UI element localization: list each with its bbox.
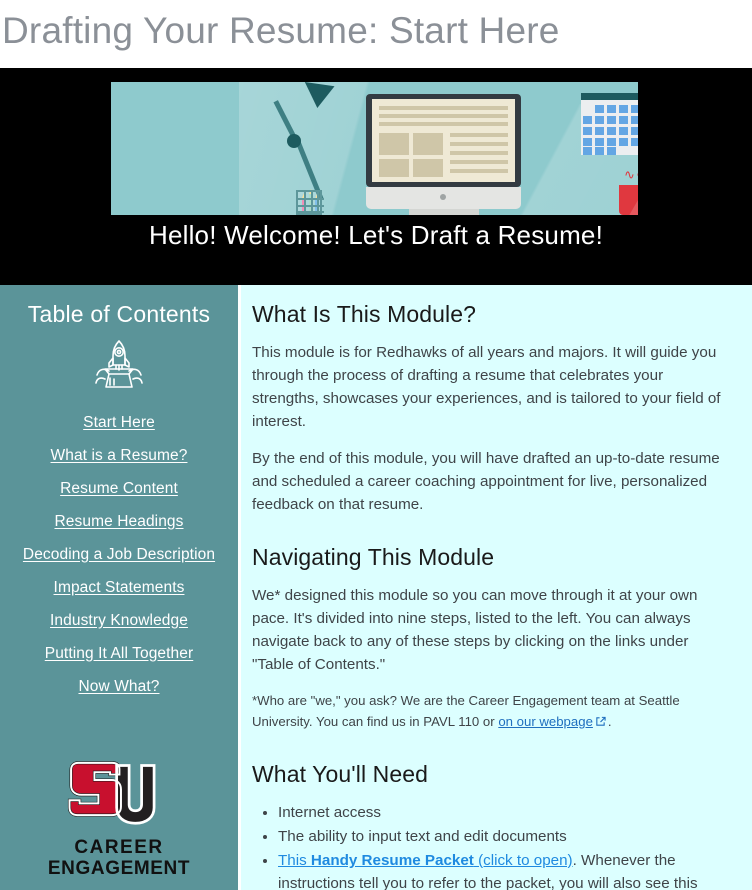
list-item: The ability to input text and edit docum…: [278, 825, 734, 848]
link-handy-resume-packet[interactable]: This Handy Resume Packet (click to open): [278, 852, 573, 869]
sidebar-item-putting-it-all-together[interactable]: Putting It All Together: [0, 637, 238, 670]
page-title: Drafting Your Resume: Start Here: [2, 10, 560, 51]
footnote-text-after: .: [607, 714, 612, 729]
sidebar-item-resume-headings[interactable]: Resume Headings: [0, 505, 238, 538]
sidebar-item-resume-content[interactable]: Resume Content: [0, 472, 238, 505]
sidebar: Table of Contents Start Here What is a R…: [0, 285, 238, 890]
footnote-who-are-we: *Who are "we," you ask? We are the Caree…: [252, 690, 734, 733]
monitor-screen: [372, 99, 515, 182]
calendar-icon: [581, 93, 638, 155]
paragraph-module-description: This module is for Redhawks of all years…: [252, 344, 721, 430]
external-link-icon: [595, 712, 606, 733]
sidebar-item-start-here[interactable]: Start Here: [0, 406, 238, 439]
sidebar-item-industry-knowledge[interactable]: Industry Knowledge: [0, 604, 238, 637]
hero-caption: Hello! Welcome! Let's Draft a Resume!: [148, 220, 604, 250]
rocket-launch-box-icon: [87, 338, 151, 398]
footnote-text-before: *Who are "we," you ask? We are the Caree…: [252, 693, 680, 729]
su-career-engagement-logo: CAREER ENGAGEMENT: [0, 735, 238, 890]
hero-illustration: ∿∿∿: [111, 82, 638, 215]
pencil-cup-icon: [296, 190, 324, 215]
section-heading-what-is-this-module: What Is This Module?: [252, 301, 477, 327]
lamp-shade-icon: [301, 82, 335, 110]
steam-icon: ∿∿∿: [624, 167, 638, 182]
table-of-contents-title: Table of Contents: [27, 301, 211, 327]
monitor-power-dot-icon: [440, 194, 446, 200]
link-tail-text: (click to open): [473, 852, 573, 869]
section-heading-navigating-this-module: Navigating This Module: [252, 544, 495, 570]
link-our-webpage[interactable]: on our webpage: [498, 714, 593, 729]
section-heading-what-youll-need: What You'll Need: [252, 761, 429, 787]
link-bold-text: Handy Resume Packet: [310, 852, 474, 869]
lamp-joint-icon: [287, 134, 301, 148]
main-content: What Is This Module? This module is for …: [241, 285, 752, 890]
monitor-stand: [409, 209, 479, 215]
sidebar-item-now-what[interactable]: Now What?: [0, 670, 238, 703]
mug-highlight: [619, 185, 638, 215]
sidebar-item-decoding-a-job-description[interactable]: Decoding a Job Description: [0, 538, 238, 571]
link-lead-text: This: [278, 852, 311, 869]
page-root: Drafting Your Resume: Start Here ∿ Hello…: [0, 0, 752, 890]
svg-text:CAREER: CAREER: [74, 837, 163, 858]
sidebar-item-impact-statements[interactable]: Impact Statements: [0, 571, 238, 604]
paragraph-module-outcome: By the end of this module, you will have…: [252, 450, 720, 513]
paragraph-navigation: We* designed this module so you can move…: [252, 587, 698, 673]
monitor-icon: [366, 94, 521, 187]
sidebar-item-what-is-a-resume[interactable]: What is a Resume?: [0, 439, 238, 472]
requirements-list: Internet access The ability to input tex…: [252, 801, 734, 890]
list-item: Internet access: [278, 801, 734, 824]
list-item-packet: This Handy Resume Packet (click to open)…: [278, 849, 734, 890]
hero-banner: ∿∿∿ Hello! Welcome! Let's Draft a Resume…: [0, 68, 752, 285]
svg-text:ENGAGEMENT: ENGAGEMENT: [48, 858, 190, 879]
